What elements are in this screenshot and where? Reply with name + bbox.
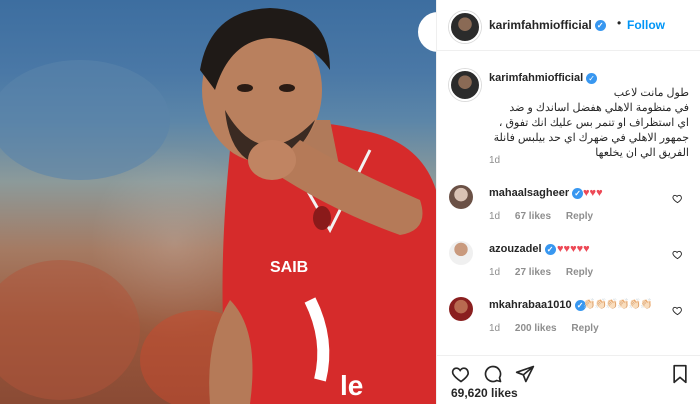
- comment-meta: 1d 67 likes Reply: [489, 211, 605, 222]
- post-photo[interactable]: SAIB le: [0, 0, 436, 404]
- commenter-avatar[interactable]: [449, 185, 473, 209]
- comment-icon[interactable]: [483, 364, 503, 384]
- commenter-username[interactable]: mahaalsagheer ✓: [489, 187, 584, 199]
- verified-icon: ✓: [594, 20, 606, 32]
- comments-list[interactable]: karimfahmiofficial ✓ طول مانت لاعب في منظ…: [437, 51, 700, 349]
- comment-text: 👏🏻👏🏻👏🏻👏🏻👏🏻👏🏻: [583, 299, 653, 310]
- reply-button[interactable]: Reply: [566, 211, 593, 222]
- action-bar: [437, 355, 700, 386]
- comment-timestamp: 1d: [489, 211, 501, 222]
- author-avatar[interactable]: [449, 11, 481, 43]
- comment-meta: 1d 27 likes Reply: [489, 267, 605, 278]
- verified-icon: ✓: [572, 187, 584, 199]
- small-heart-icon[interactable]: [672, 305, 683, 316]
- commenter-avatar[interactable]: [449, 297, 473, 321]
- verified-icon: ✓: [544, 243, 556, 255]
- verified-icon: ✓: [586, 72, 598, 84]
- likes-count[interactable]: 69,620 likes: [451, 386, 518, 400]
- reply-button[interactable]: Reply: [566, 267, 593, 278]
- author-username-text[interactable]: karimfahmiofficial: [489, 18, 592, 32]
- comment-likes[interactable]: 200 likes: [515, 323, 557, 334]
- comment-timestamp: 1d: [489, 267, 501, 278]
- caption-author-username[interactable]: karimfahmiofficial: [489, 72, 583, 84]
- follow-button[interactable]: Follow: [627, 18, 665, 32]
- comment-likes[interactable]: 67 likes: [515, 211, 551, 222]
- small-heart-icon[interactable]: [672, 193, 683, 204]
- commenter-username-text[interactable]: mkahrabaa1010: [489, 299, 572, 311]
- caption-author-avatar[interactable]: [449, 69, 481, 101]
- player-illustration: SAIB le: [0, 8, 436, 404]
- comment-timestamp: 1d: [489, 323, 501, 334]
- comment-item: mahaalsagheer ✓ ♥♥♥ 1d 67 likes Reply: [437, 179, 700, 239]
- comment-item: mkahrabaa1010 ✓ 👏🏻👏🏻👏🏻👏🏻👏🏻👏🏻 1d 200 likes…: [437, 291, 700, 349]
- commenter-avatar[interactable]: [449, 241, 473, 265]
- post-caption: karimfahmiofficial ✓ طول مانت لاعب في منظ…: [489, 71, 689, 161]
- bookmark-icon[interactable]: [671, 364, 689, 384]
- comment-text: ♥♥♥: [583, 187, 603, 199]
- jersey-wordmark: le: [340, 370, 363, 401]
- commenter-username-text[interactable]: mahaalsagheer: [489, 187, 569, 199]
- share-icon[interactable]: [515, 364, 535, 384]
- post-header: karimfahmiofficial ✓ • Follow: [437, 0, 700, 51]
- caption-text: طول مانت لاعب في منظومة الاهلي هفضل اسان…: [493, 87, 689, 159]
- commenter-username-text[interactable]: azouzadel: [489, 243, 542, 255]
- comment-text: ♥♥♥♥♥: [557, 243, 590, 255]
- caption-timestamp: 1d: [489, 155, 501, 166]
- author-username[interactable]: karimfahmiofficial ✓: [489, 18, 606, 32]
- commenter-username[interactable]: mkahrabaa1010 ✓: [489, 299, 586, 311]
- reply-button[interactable]: Reply: [571, 323, 598, 334]
- commenter-username[interactable]: azouzadel ✓: [489, 243, 556, 255]
- comment-meta: 1d 200 likes Reply: [489, 323, 611, 334]
- comment-likes[interactable]: 27 likes: [515, 267, 551, 278]
- comments-panel: karimfahmiofficial ✓ • Follow karimfahmio…: [436, 0, 700, 404]
- small-heart-icon[interactable]: [672, 249, 683, 260]
- jersey-sponsor: SAIB: [270, 259, 308, 276]
- heart-icon[interactable]: [451, 364, 471, 384]
- separator-dot: •: [617, 16, 622, 30]
- comment-item: azouzadel ✓ ♥♥♥♥♥ 1d 27 likes Reply: [437, 235, 700, 295]
